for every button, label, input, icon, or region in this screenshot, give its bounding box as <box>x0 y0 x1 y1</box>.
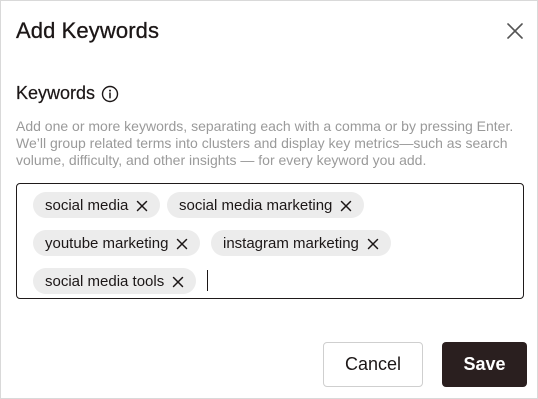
info-icon[interactable] <box>101 85 119 103</box>
keyword-chip-label: social media marketing <box>179 196 333 214</box>
text-caret <box>207 270 208 291</box>
save-button[interactable]: Save <box>442 342 527 387</box>
keyword-chip-label: youtube marketing <box>45 234 169 252</box>
remove-chip-icon[interactable] <box>340 199 352 212</box>
keyword-chip: social media tools <box>33 268 197 294</box>
keywords-label: Keywords <box>16 83 96 103</box>
keywords-tag-input[interactable]: social media social media marketing yout… <box>16 183 524 299</box>
remove-chip-icon[interactable] <box>176 237 188 250</box>
keyword-chip-label: social media tools <box>45 272 165 290</box>
keyword-chip: instagram marketing <box>211 230 391 256</box>
keyword-chip: youtube marketing <box>33 230 201 256</box>
cancel-button[interactable]: Cancel <box>323 342 423 387</box>
add-keywords-dialog: Add Keywords Keywords Add one or more ke… <box>0 0 538 399</box>
close-icon <box>507 23 523 39</box>
keyword-chip: social media <box>33 192 161 218</box>
keyword-chip-label: instagram marketing <box>223 234 359 252</box>
remove-chip-icon[interactable] <box>367 237 379 250</box>
dialog-title: Add Keywords <box>16 18 160 43</box>
close-button[interactable] <box>505 21 525 41</box>
remove-chip-icon[interactable] <box>172 275 184 288</box>
keyword-chip: social media marketing <box>167 192 365 218</box>
keywords-label-row: Keywords <box>16 83 119 104</box>
keyword-chip-label: social media <box>45 196 129 214</box>
keywords-help-text: Add one or more keywords, separating eac… <box>16 118 514 168</box>
remove-chip-icon[interactable] <box>136 199 148 212</box>
